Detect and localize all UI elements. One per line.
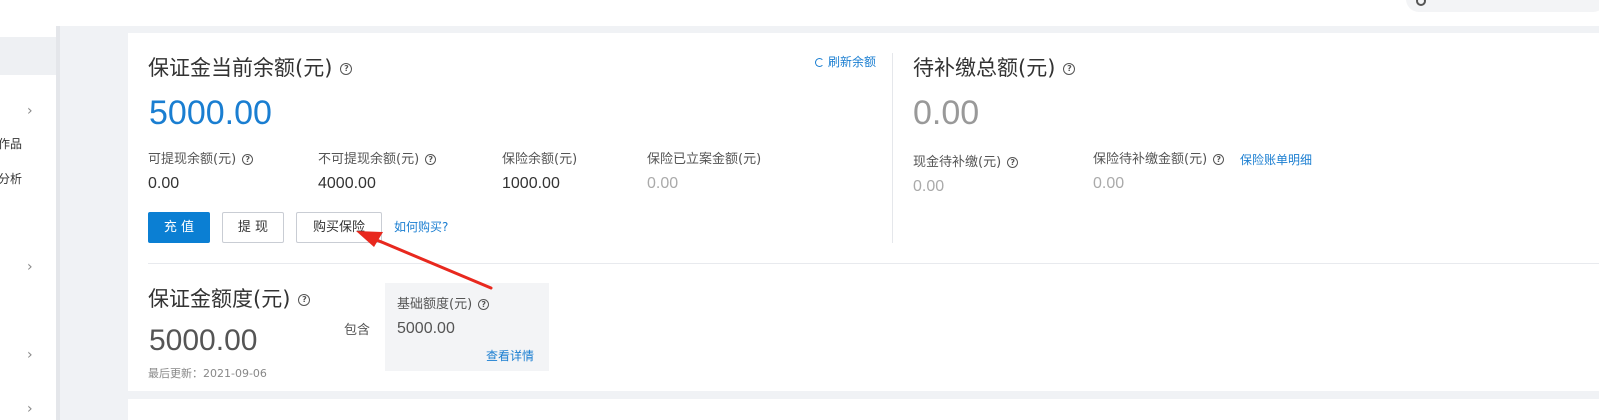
cash-pending-value: 0.00: [913, 178, 945, 195]
pending-title-text: 待补缴总额(元): [913, 56, 1056, 80]
pending-amount: 0.00: [913, 94, 980, 132]
view-details-link[interactable]: 查看详情: [486, 349, 534, 363]
withdrawable-value: 0.00: [148, 175, 180, 192]
quota-title: 保证金额度(元)?: [148, 286, 311, 312]
cash-pending-label-text: 现金待补缴(元): [913, 155, 1002, 170]
recharge-button[interactable]: 充 值: [148, 212, 210, 243]
insurance-pending-label-text: 保险待补缴金额(元): [1093, 152, 1208, 167]
base-quota-label: 基础额度(元)?: [397, 297, 490, 313]
insurance-filed-label: 保险已立案金额(元): [647, 152, 762, 167]
help-icon[interactable]: ?: [340, 63, 353, 75]
insurance-filed-value: 0.00: [647, 175, 679, 192]
help-icon[interactable]: ?: [1213, 154, 1225, 165]
help-icon[interactable]: ?: [425, 154, 437, 165]
deposit-title-text: 保证金当前余额(元): [148, 56, 333, 80]
sidebar-divider: [56, 26, 60, 420]
help-icon[interactable]: ?: [1063, 63, 1076, 75]
pending-title: 待补缴总额(元)?: [913, 55, 1076, 81]
deposit-title: 保证金当前余额(元)?: [148, 55, 353, 81]
deposit-amount: 5000.00: [149, 94, 272, 132]
chevron-right-icon[interactable]: ›: [27, 348, 33, 362]
chevron-right-icon[interactable]: ›: [27, 402, 33, 416]
refresh-balance-link[interactable]: 刷新余额: [815, 55, 876, 69]
next-card: [128, 399, 1599, 420]
vertical-divider: [892, 53, 893, 243]
insurance-balance-label: 保险余额(元): [502, 152, 578, 167]
quota-title-text: 保证金额度(元): [148, 287, 291, 311]
withdrawable-label-text: 可提现余额(元): [148, 152, 237, 167]
cash-pending-label: 现金待补缴(元)?: [913, 155, 1019, 171]
base-quota-value: 5000.00: [397, 320, 455, 337]
search-box[interactable]: [1406, 0, 1599, 12]
help-icon[interactable]: ?: [298, 294, 311, 306]
non-withdrawable-label: 不可提现余额(元)?: [318, 152, 437, 168]
contains-label: 包含: [344, 323, 371, 338]
sidebar: › 作品 分析 › › ›: [0, 26, 56, 420]
withdraw-button[interactable]: 提 现: [222, 212, 284, 243]
help-icon[interactable]: ?: [1007, 157, 1019, 168]
horizontal-divider: [148, 263, 1599, 264]
insurance-pending-value: 0.00: [1093, 175, 1125, 192]
non-withdrawable-label-text: 不可提现余额(元): [318, 152, 420, 167]
last-updated: 最后更新：2021-09-06: [148, 367, 267, 380]
sidebar-item-analysis[interactable]: 分析: [0, 172, 22, 186]
non-withdrawable-value: 4000.00: [318, 175, 376, 192]
buy-insurance-button[interactable]: 购买保险: [296, 212, 382, 243]
chevron-right-icon[interactable]: ›: [27, 260, 33, 274]
sidebar-item-works[interactable]: 作品: [0, 137, 22, 151]
insurance-bill-detail-link[interactable]: 保险账单明细: [1240, 153, 1312, 167]
insurance-balance-value: 1000.00: [502, 175, 560, 192]
search-icon[interactable]: [1416, 0, 1426, 6]
refresh-icon: [815, 58, 824, 67]
refresh-balance-label: 刷新余额: [828, 55, 877, 69]
base-quota-label-text: 基础额度(元): [397, 297, 473, 312]
chevron-right-icon[interactable]: ›: [27, 104, 33, 118]
help-icon[interactable]: ?: [242, 154, 254, 165]
withdrawable-label: 可提现余额(元)?: [148, 152, 254, 168]
help-icon[interactable]: ?: [478, 299, 490, 310]
insurance-pending-label: 保险待补缴金额(元)?: [1093, 152, 1225, 168]
top-bar: [0, 0, 1599, 26]
how-to-buy-link[interactable]: 如何购买?: [394, 220, 448, 234]
sidebar-item-active[interactable]: [0, 37, 56, 75]
quota-amount: 5000.00: [149, 324, 258, 357]
